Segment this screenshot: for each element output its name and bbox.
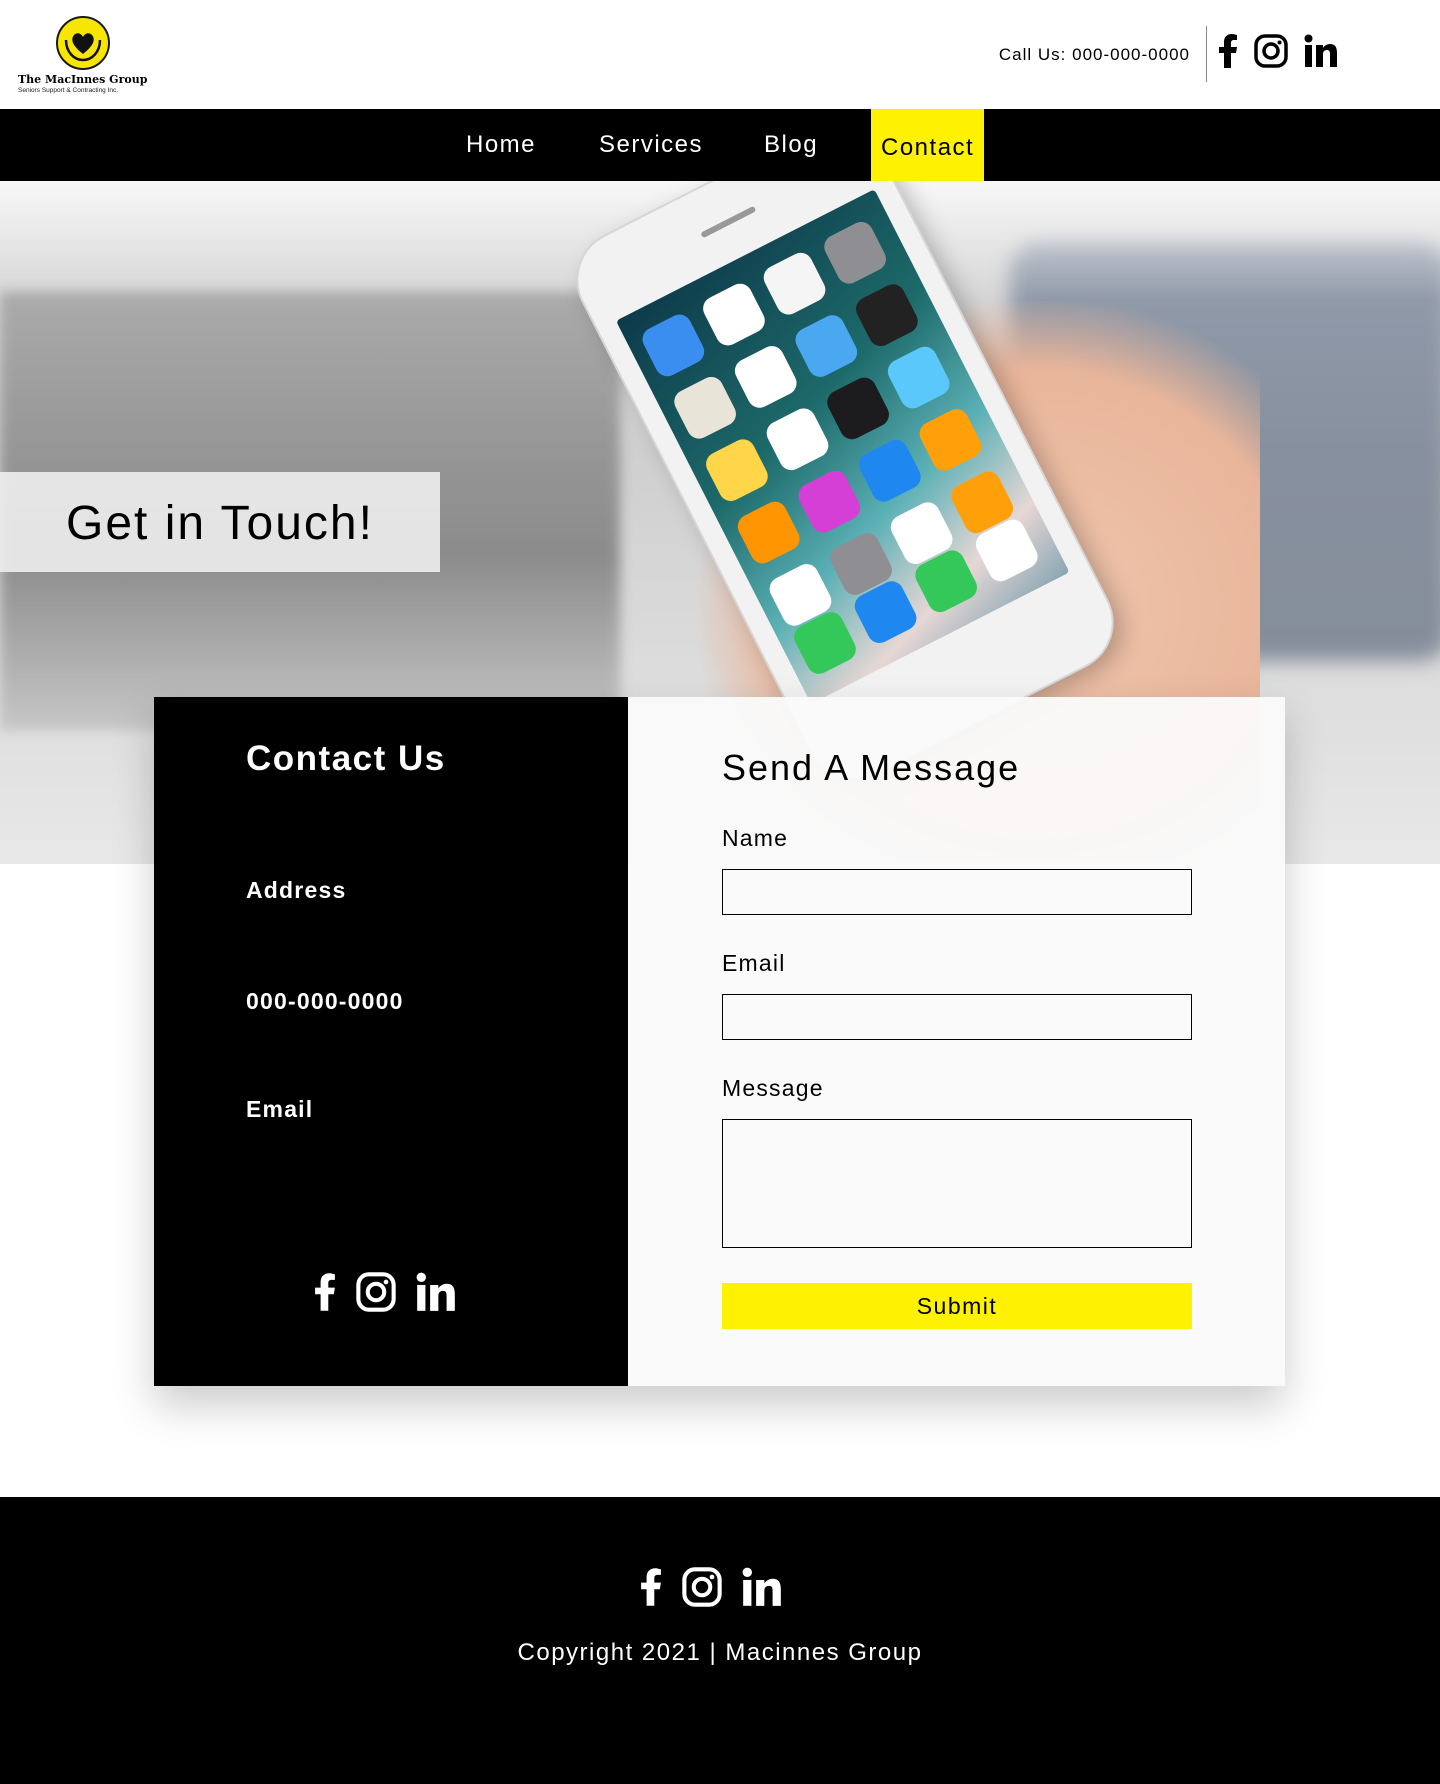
email-label[interactable]: Email xyxy=(246,1096,313,1123)
contact-us-heading: Contact Us xyxy=(246,739,446,778)
header-social-links xyxy=(1218,34,1338,68)
nav-item-home[interactable]: Home xyxy=(466,109,536,181)
site-header: The MacInnes Group Seniors Support & Con… xyxy=(0,0,1440,109)
phone-number[interactable]: 000-000-0000 xyxy=(246,988,404,1015)
email-field-label: Email xyxy=(722,950,786,976)
email-input[interactable] xyxy=(722,994,1192,1040)
site-footer: Copyright 2021 | Macinnes Group xyxy=(0,1497,1440,1784)
submit-button[interactable]: Submit xyxy=(722,1283,1192,1329)
facebook-icon[interactable] xyxy=(314,1272,336,1312)
call-us-text: Call Us: 000-000-0000 xyxy=(998,45,1190,64)
linkedin-icon[interactable] xyxy=(742,1567,782,1607)
message-form-panel: Send A Message Name Email Message Submit xyxy=(628,697,1285,1386)
contact-card: Contact Us Address 000-000-0000 Email Se… xyxy=(154,697,1285,1386)
footer-social-links xyxy=(640,1567,782,1607)
nav-item-services[interactable]: Services xyxy=(599,109,703,181)
linkedin-icon[interactable] xyxy=(416,1272,456,1312)
send-message-heading: Send A Message xyxy=(722,747,1021,788)
hero-title: Get in Touch! xyxy=(66,497,374,550)
copyright-text: Copyright 2021 | Macinnes Group xyxy=(517,1639,923,1666)
linkedin-icon[interactable] xyxy=(1304,34,1338,68)
name-input[interactable] xyxy=(722,869,1192,915)
facebook-icon[interactable] xyxy=(1218,34,1238,68)
nav-item-contact[interactable]: Contact xyxy=(871,109,985,187)
address-label: Address xyxy=(246,877,347,903)
facebook-icon[interactable] xyxy=(640,1567,662,1607)
logo-tagline: Seniors Support & Contracting Inc. xyxy=(18,87,119,94)
logo-heart-hands-icon xyxy=(56,16,110,70)
header-divider xyxy=(1206,26,1207,82)
instagram-icon[interactable] xyxy=(682,1567,722,1607)
contact-info-panel: Contact Us Address 000-000-0000 Email xyxy=(154,697,628,1386)
message-input[interactable] xyxy=(722,1119,1192,1248)
message-label: Message xyxy=(722,1075,824,1101)
contact-social-links xyxy=(314,1272,456,1312)
name-label: Name xyxy=(722,825,789,851)
nav-item-blog[interactable]: Blog xyxy=(764,109,818,181)
main-nav: Home Services Blog Contact xyxy=(0,109,1440,187)
instagram-icon[interactable] xyxy=(356,1272,396,1312)
hero-title-box: Get in Touch! xyxy=(0,472,440,572)
logo-name: The MacInnes Group xyxy=(18,73,148,86)
logo[interactable]: The MacInnes Group Seniors Support & Con… xyxy=(18,16,148,98)
instagram-icon[interactable] xyxy=(1254,34,1288,68)
phone-speaker xyxy=(700,205,757,239)
